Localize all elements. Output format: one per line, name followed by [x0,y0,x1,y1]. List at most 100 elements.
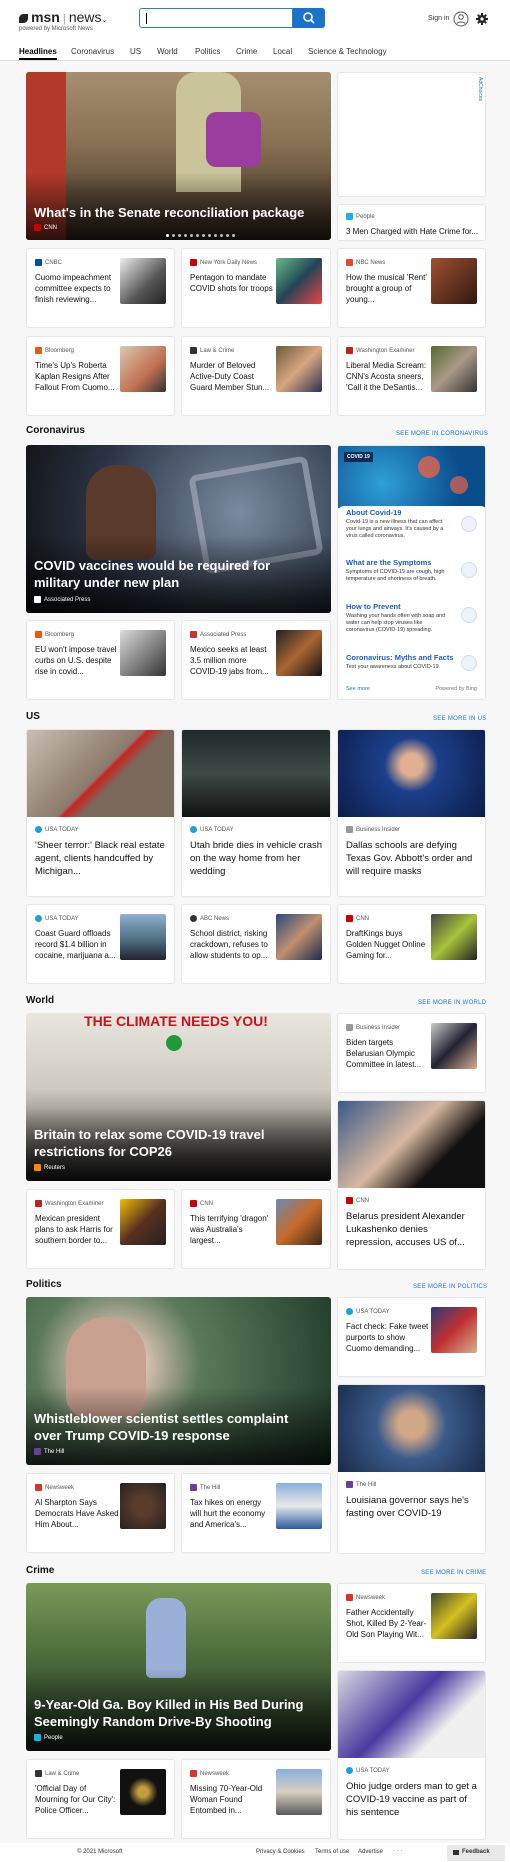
news-card-large[interactable]: USA TODAY Utah bride dies in vehicle cra… [181,729,331,897]
search-icon [303,12,315,24]
news-card-large[interactable]: The Hill Louisiana governor says he's fa… [337,1384,486,1554]
tab-headlines[interactable]: Headlines [19,47,57,60]
business-insider-icon [346,826,353,833]
msn-logo[interactable]: msn | news⌄ powered by Microsoft News [19,9,107,32]
covid-see-more-link[interactable]: See more [346,686,370,692]
news-card[interactable]: Washington Examiner Mexican president pl… [26,1189,175,1269]
tab-us[interactable]: US [130,47,141,56]
news-card[interactable]: Bloomberg Time's Up's Roberta Kaplan Res… [26,336,175,416]
thumbnail [276,258,322,304]
crime-hero-story[interactable]: 9-Year-Old Ga. Boy Killed in His Bed Dur… [26,1583,331,1751]
news-card[interactable]: CNN This terrifying 'dragon' was Austral… [181,1189,331,1269]
news-card[interactable]: Bloomberg EU won't impose travel curbs o… [26,620,175,700]
handwash-icon [461,607,477,623]
news-card[interactable]: NBC News How the musical 'Rent' brought … [337,248,486,328]
news-card[interactable]: ABC News School district, risking crackd… [181,904,331,984]
newsweek-icon [35,1484,42,1491]
symptoms-icon [461,562,477,578]
nbc-icon [346,259,353,266]
news-card[interactable]: CNBC Cuomo impeachment committee expects… [26,248,175,328]
thumbnail [431,1593,477,1639]
news-card[interactable]: Business Insider Biden targets Belarusia… [337,1013,486,1093]
sign-in-link[interactable]: Sign in [428,15,449,22]
law-crime-icon [190,347,197,354]
news-card[interactable]: USA TODAY Fact check: Fake tweet purport… [337,1297,486,1377]
world-hero-story[interactable]: THE CLIMATE NEEDS YOU! Britain to relax … [26,1013,331,1181]
news-card[interactable]: Law & Crime 'Official Day of Mourning fo… [26,1759,175,1839]
top-hero-story[interactable]: What's in the Senate reconciliation pack… [26,72,331,240]
news-card[interactable]: New York Daily News Pentagon to mandate … [181,248,331,328]
see-more-world-link[interactable]: SEE MORE IN WORLD [418,1000,486,1006]
powered-by: powered by Microsoft News [19,26,93,32]
see-more-politics-link[interactable]: SEE MORE IN POLITICS [413,1284,487,1290]
carousel-dots[interactable] [166,234,241,237]
covid-about-link[interactable]: About Covid-19 [346,508,401,517]
hero-title: What's in the Senate reconciliation pack… [34,205,305,220]
logo-text: msn [31,9,60,25]
avatar-icon[interactable] [453,11,469,27]
adchoices-label[interactable]: AdChoices [477,77,483,101]
the-hill-icon [190,1484,197,1491]
side-story[interactable]: People 3 Men Charged with Hate Crime for… [337,204,486,241]
thumbnail [120,1483,166,1529]
copyright: © 2021 Microsoft [77,1849,123,1855]
news-card[interactable]: Law & Crime Murder of Beloved Active-Dut… [181,336,331,416]
section-heading-politics: Politics [26,1279,62,1290]
news-card[interactable]: CNN DraftKings buys Golden Nugget Online… [337,904,486,984]
ap-icon [34,596,41,603]
gear-icon[interactable] [476,13,488,25]
covid-info-widget: COVID 19 About Covid-19 Covid-19 is a ne… [337,445,486,700]
thumbnail [276,630,322,676]
section-heading-world: World [26,995,55,1006]
cnn-icon [346,915,353,922]
washington-examiner-icon [35,1200,42,1207]
product-name: news [68,9,102,25]
news-card[interactable]: The Hill Tax hikes on energy will hurt t… [181,1473,331,1553]
coronavirus-hero-story[interactable]: COVID vaccines would be required for mil… [26,445,331,613]
thumbnail [276,1769,322,1815]
news-card[interactable]: USA TODAY Coast Guard offloads record $1… [26,904,175,984]
news-card-large[interactable]: USA TODAY 'Sheer terror:' Black real est… [26,729,175,897]
protest-sign-text: THE CLIMATE NEEDS YOU! [84,1013,268,1029]
news-card-large[interactable]: CNN Belarus president Alexander Lukashen… [337,1100,486,1270]
footer: © 2021 Microsoft Privacy & Cookies Terms… [0,1843,510,1862]
covid-symptoms-link[interactable]: What are the Symptoms [346,558,431,567]
news-card-large[interactable]: USA TODAY Ohio judge orders man to get a… [337,1670,486,1840]
news-card[interactable]: Associated Press Mexico seeks at least 3… [181,620,331,700]
bloomberg-icon [35,347,42,354]
thumbnail [120,630,166,676]
powered-by-bing: Powered by Bing [435,686,477,692]
usa-today-icon [35,826,42,833]
ad-slot[interactable]: AdChoices [337,72,486,197]
tab-world[interactable]: World [157,47,178,56]
thumbnail [431,914,477,960]
search-button[interactable] [293,8,325,28]
see-more-crime-link[interactable]: SEE MORE IN CRIME [421,1570,486,1576]
search-input[interactable] [139,8,293,28]
thumbnail [276,346,322,392]
tab-science-technology[interactable]: Science & Technology [308,47,387,56]
section-heading-coronavirus: Coronavirus [26,425,85,436]
politics-hero-story[interactable]: Whistleblower scientist settles complain… [26,1297,331,1465]
tab-local[interactable]: Local [273,47,292,56]
see-more-us-link[interactable]: SEE MORE IN US [433,716,487,722]
terms-link[interactable]: Terms of use [315,1849,349,1855]
privacy-link[interactable]: Privacy & Cookies [256,1849,305,1855]
thumbnail [182,730,330,817]
news-card[interactable]: Newsweek Al Sharpton Says Democrats Have… [26,1473,175,1553]
tab-crime[interactable]: Crime [236,47,257,56]
covid-prevent-link[interactable]: How to Prevent [346,602,401,611]
news-card[interactable]: Newsweek Missing 70-Year-Old Woman Found… [181,1759,331,1839]
see-more-coronavirus-link[interactable]: SEE MORE IN CORONAVIRUS [396,431,488,437]
feedback-button[interactable]: Feedback [447,1845,505,1861]
tab-politics[interactable]: Politics [195,47,220,56]
news-card[interactable]: Washington Examiner Liberal Media Scream… [337,336,486,416]
news-card[interactable]: Newsweek Father Accidentally Shot, Kille… [337,1583,486,1663]
more-menu-button[interactable]: · · · [393,1848,402,1854]
news-card-large[interactable]: Business Insider Dallas schools are defy… [337,729,486,897]
covid-myths-link[interactable]: Coronavirus: Myths and Facts [346,653,454,662]
tab-coronavirus[interactable]: Coronavirus [71,47,114,56]
business-insider-icon [346,1024,353,1031]
section-heading-us: US [26,711,40,722]
advertise-link[interactable]: Advertise [358,1849,383,1855]
